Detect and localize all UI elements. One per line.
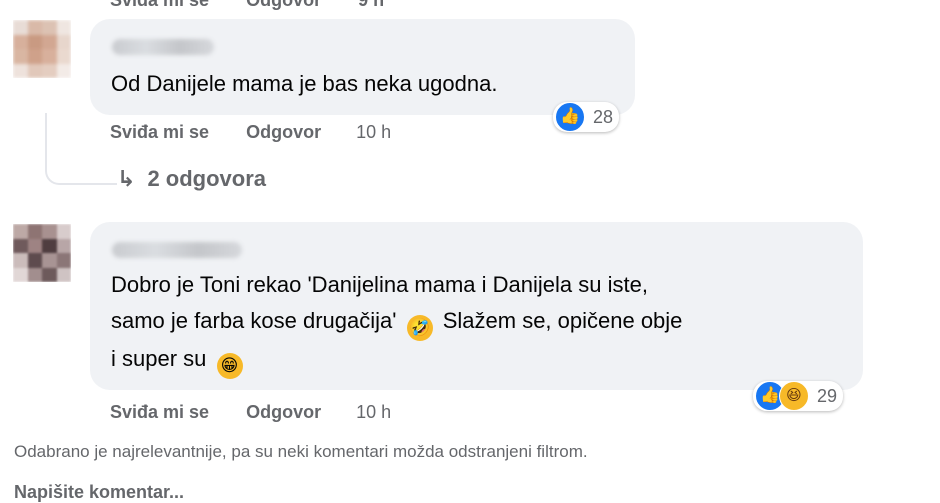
comment-text-line: i super su [111,346,207,371]
comment-actions: Sviđa mi se Odgovor 10 h [110,122,391,143]
like-link[interactable]: Sviđa mi se [110,122,209,142]
comment-text-line: Slažem se, opičene obje [442,308,683,333]
rolling-laughing-emoji-icon: 🤣 [406,315,433,341]
avatar[interactable] [13,224,71,282]
like-link[interactable]: Sviđa mi se [110,0,209,10]
avatar[interactable] [13,20,71,78]
grinning-emoji-icon: 😁 [216,353,243,379]
thread-connector-line [45,113,117,185]
previous-comment-actions: Sviđa mi se Odgovor 9 h [110,0,416,11]
comment-bubble: Od Danijele mama je bas neka ugodna. [90,19,635,115]
reply-link[interactable]: Odgovor [246,0,321,10]
timestamp[interactable]: 9 h [358,0,384,10]
timestamp[interactable]: 10 h [356,122,391,142]
comment-text: Dobro je Toni rekao 'Danijelina mama i D… [111,267,841,379]
view-replies-link[interactable]: ↳ 2 odgovora [117,166,266,192]
like-icon: 👍 [555,102,585,132]
comment-text-line: samo je farba kose drugačija' [111,308,397,333]
author-name-blurred[interactable] [112,242,242,258]
comment-text: Od Danijele mama je bas neka ugodna. [111,71,498,96]
comment-actions: Sviđa mi se Odgovor 10 h [110,402,391,423]
like-link[interactable]: Sviđa mi se [110,402,209,422]
comment-bubble: Dobro je Toni rekao 'Danijelina mama i D… [90,222,863,390]
replies-count-label: 2 odgovora [147,166,267,191]
filter-note: Odabrano je najrelevantnije, pa su neki … [14,442,588,461]
haha-icon: 😆 [779,381,809,411]
reply-link[interactable]: Odgovor [246,122,321,142]
comment-text-line: Dobro je Toni rekao 'Danijelina mama i D… [111,272,648,297]
timestamp[interactable]: 10 h [356,402,391,422]
reply-arrow-icon: ↳ [117,166,136,191]
reaction-summary[interactable]: 👍 😆 29 [753,381,844,411]
reaction-count: 28 [593,106,614,127]
author-name-blurred[interactable] [112,39,214,55]
reaction-count: 29 [817,385,838,406]
reaction-summary[interactable]: 👍 28 [553,102,620,132]
reply-link[interactable]: Odgovor [246,402,321,422]
